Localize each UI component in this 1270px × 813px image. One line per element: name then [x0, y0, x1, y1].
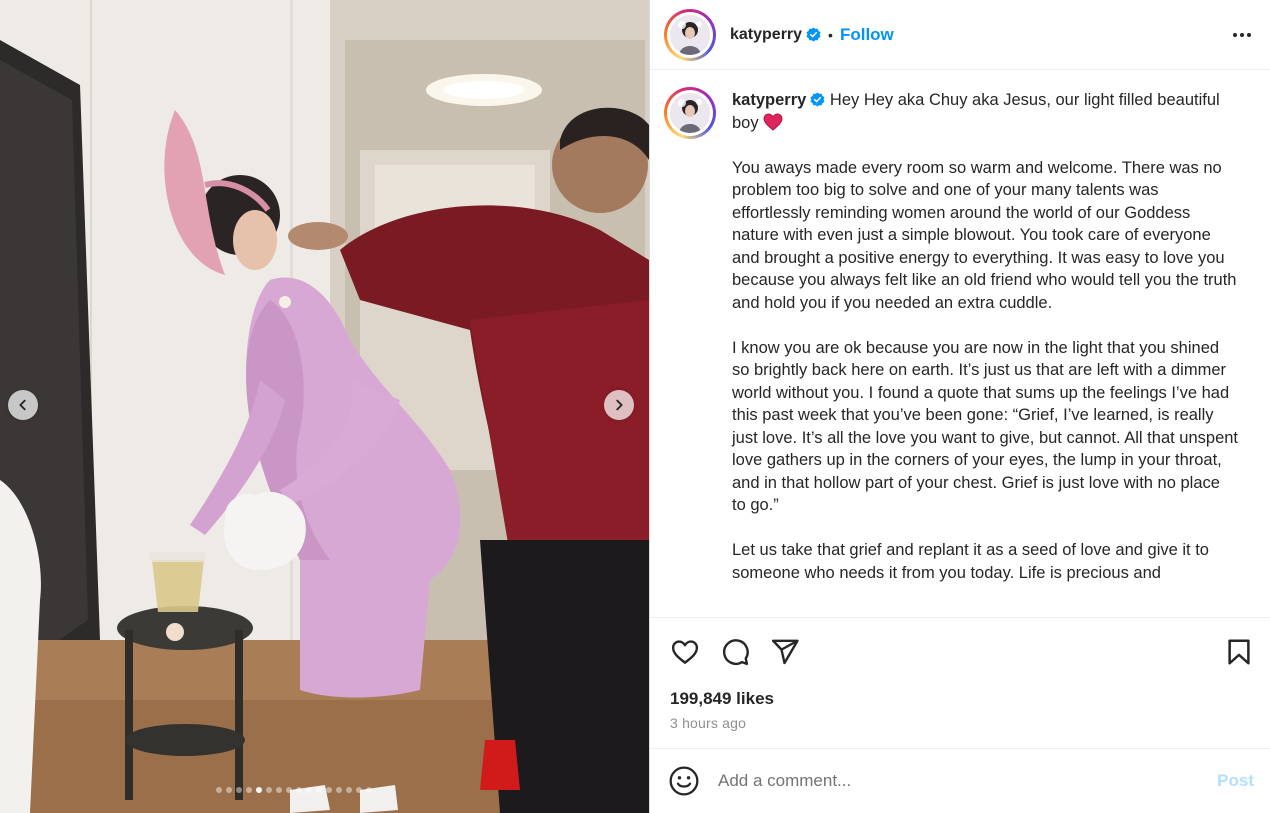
carousel-dot [296, 787, 302, 793]
comment-bar: Post [650, 748, 1270, 813]
post-actions: 199,849 likes 3 hours ago [650, 617, 1270, 748]
carousel-dot [286, 787, 292, 793]
carousel-prev-button[interactable] [8, 390, 38, 420]
carousel-dot [306, 787, 312, 793]
paper-plane-icon [771, 639, 799, 665]
like-button[interactable] [668, 635, 702, 669]
more-options-button[interactable] [1230, 23, 1254, 47]
carousel-dot [246, 787, 252, 793]
avatar[interactable] [664, 8, 716, 61]
verified-badge-icon [810, 92, 825, 107]
more-horizontal-icon [1233, 32, 1251, 37]
verified-badge-icon [806, 27, 821, 42]
carousel-dot [326, 787, 332, 793]
caption-avatar[interactable] [664, 87, 716, 139]
follow-button[interactable]: Follow [840, 25, 894, 45]
carousel-indicator [216, 787, 372, 793]
carousel-dot [356, 787, 362, 793]
likes-count[interactable]: 199,849 likes [650, 689, 1270, 709]
carousel-next-button[interactable] [604, 390, 634, 420]
caption-paragraph: I know you are ok because you are now in… [732, 338, 1239, 515]
post-photo-illustration [0, 0, 649, 813]
comment-button[interactable] [718, 635, 752, 669]
header-username[interactable]: katyperry [730, 26, 802, 44]
carousel-dot [336, 787, 342, 793]
chevron-left-icon [19, 399, 26, 411]
share-button[interactable] [768, 635, 802, 669]
profile-picture [670, 14, 710, 55]
post-timestamp[interactable]: 3 hours ago [650, 715, 1270, 731]
carousel-dot-active [256, 787, 262, 793]
carousel-dot [316, 787, 322, 793]
profile-picture [670, 93, 710, 133]
carousel-dot [226, 787, 232, 793]
bookmark-icon [1228, 639, 1250, 665]
carousel-dot [366, 787, 372, 793]
post-comment-button[interactable]: Post [1217, 771, 1254, 791]
caption-paragraph: You aways made every room so warm and we… [732, 158, 1237, 312]
carousel-dot [346, 787, 352, 793]
red-heart-icon [763, 112, 783, 131]
post-info-panel: katyperry • Follow katyperry Hey Hey aka… [649, 0, 1270, 813]
carousel-dot [266, 787, 272, 793]
caption-text: katyperry Hey Hey aka Chuy aka Jesus, ou… [732, 87, 1238, 584]
comment-input[interactable] [718, 771, 1218, 791]
carousel-dot [216, 787, 222, 793]
post-header: katyperry • Follow [650, 0, 1270, 70]
post-photo [0, 0, 649, 813]
caption-paragraph: Let us take that grief and replant it as… [732, 541, 1209, 582]
caption-scroll-area[interactable]: katyperry Hey Hey aka Chuy aka Jesus, ou… [650, 71, 1270, 617]
smiley-face-icon[interactable] [668, 765, 700, 797]
comment-bubble-icon [722, 639, 749, 666]
carousel-dot [236, 787, 242, 793]
header-separator: • [828, 26, 833, 43]
caption-username[interactable]: katyperry [732, 91, 806, 109]
instagram-post: katyperry • Follow katyperry Hey Hey aka… [0, 0, 1270, 813]
carousel-dot [276, 787, 282, 793]
profile-picture-illustration [670, 14, 710, 55]
caption-comment: katyperry Hey Hey aka Chuy aka Jesus, ou… [650, 71, 1270, 584]
post-media[interactable] [0, 0, 649, 813]
heart-outline-icon [671, 640, 699, 664]
profile-picture-illustration [670, 93, 710, 133]
chevron-right-icon [616, 399, 623, 411]
save-button[interactable] [1222, 635, 1256, 669]
